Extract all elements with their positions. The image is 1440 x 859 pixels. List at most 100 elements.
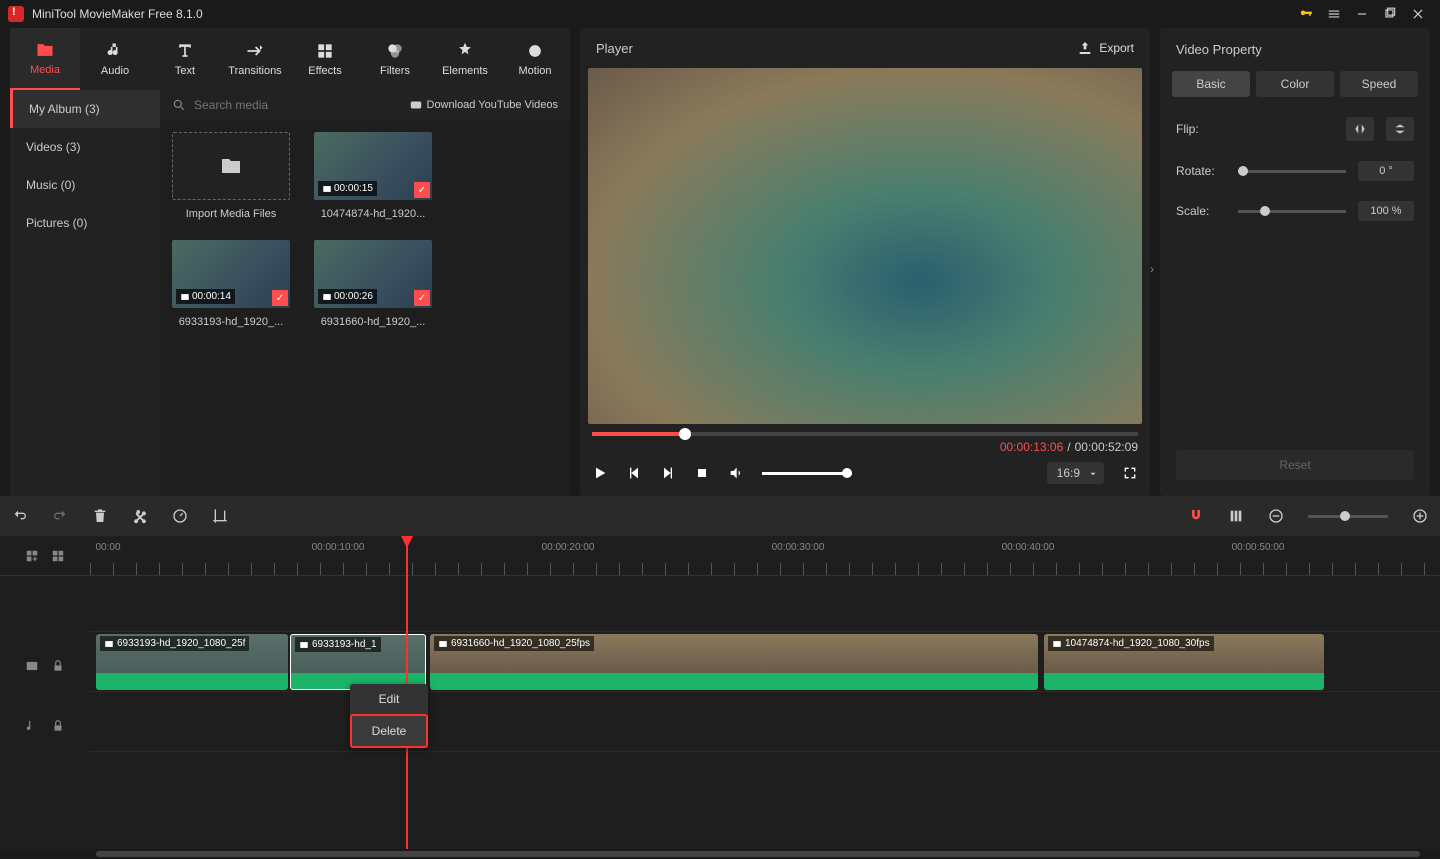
tab-effects[interactable]: Effects <box>290 28 360 90</box>
track-align-button[interactable] <box>1228 508 1244 524</box>
film-icon <box>180 292 190 302</box>
film-icon <box>322 292 332 302</box>
player-title: Player <box>596 41 1077 56</box>
flip-vertical-button[interactable] <box>1386 117 1414 141</box>
check-icon: ✓ <box>272 290 288 306</box>
zoom-in-button[interactable] <box>1412 508 1428 524</box>
add-track-icon[interactable] <box>25 549 39 563</box>
fullscreen-button[interactable] <box>1122 465 1138 481</box>
license-key-icon[interactable] <box>1292 0 1320 28</box>
app-logo-icon <box>8 6 24 22</box>
check-icon: ✓ <box>414 290 430 306</box>
tab-elements[interactable]: Elements <box>430 28 500 90</box>
sidebar-item-videos[interactable]: Videos (3) <box>10 128 160 166</box>
overlay-track[interactable] <box>90 576 1440 632</box>
speed-button[interactable] <box>172 508 188 524</box>
audio-track[interactable] <box>90 692 1440 752</box>
crop-button[interactable] <box>212 508 228 524</box>
tab-text[interactable]: Text <box>150 28 220 90</box>
audio-track-icon <box>25 719 39 733</box>
track-manager-icon[interactable] <box>51 549 65 563</box>
collapse-panel-icon[interactable]: › <box>1150 262 1154 276</box>
prop-tab-basic[interactable]: Basic <box>1172 71 1250 97</box>
tab-motion[interactable]: Motion <box>500 28 570 90</box>
undo-button[interactable] <box>12 508 28 524</box>
reset-button[interactable]: Reset <box>1176 450 1414 480</box>
total-time: 00:00:52:09 <box>1075 440 1138 454</box>
magnet-button[interactable] <box>1188 508 1204 524</box>
film-icon <box>1052 639 1062 649</box>
volume-icon[interactable] <box>728 465 744 481</box>
timeline-clip[interactable]: 10474874-hd_1920_1080_30fps <box>1044 634 1324 690</box>
sidebar-item-pictures[interactable]: Pictures (0) <box>10 204 160 242</box>
volume-slider[interactable] <box>762 472 852 475</box>
properties-title: Video Property <box>1160 28 1430 71</box>
current-time: 00:00:13:06 <box>1000 440 1063 454</box>
lock-icon[interactable] <box>51 719 65 733</box>
close-icon[interactable] <box>1404 0 1432 28</box>
menu-icon[interactable] <box>1320 0 1348 28</box>
timeline-toolbar <box>0 496 1440 536</box>
flip-label: Flip: <box>1176 122 1226 136</box>
prop-tab-speed[interactable]: Speed <box>1340 71 1418 97</box>
scale-value[interactable]: 100 % <box>1358 201 1414 221</box>
sidebar-item-music[interactable]: Music (0) <box>10 166 160 204</box>
redo-button[interactable] <box>52 508 68 524</box>
media-item[interactable]: 00:00:26✓ 6931660-hd_1920_... <box>314 240 432 328</box>
film-icon <box>299 640 309 650</box>
tab-filters[interactable]: Filters <box>360 28 430 90</box>
zoom-slider[interactable] <box>1308 515 1388 518</box>
timeline-clip[interactable]: 6933193-hd_1920_1080_25f <box>96 634 288 690</box>
split-button[interactable] <box>132 508 148 524</box>
context-delete[interactable]: Delete <box>350 714 428 748</box>
rotate-value[interactable]: 0 ° <box>1358 161 1414 181</box>
timeline-clip[interactable]: 6931660-hd_1920_1080_25fps <box>430 634 1038 690</box>
scale-slider[interactable] <box>1238 210 1346 213</box>
scale-label: Scale: <box>1176 204 1226 218</box>
video-preview[interactable] <box>588 68 1142 424</box>
aspect-ratio-select[interactable]: 16:9 <box>1047 462 1104 484</box>
rotate-slider[interactable] <box>1238 170 1346 173</box>
media-sidebar: My Album (3) Videos (3) Music (0) Pictur… <box>10 90 160 496</box>
check-icon: ✓ <box>414 182 430 198</box>
stop-button[interactable] <box>694 465 710 481</box>
maximize-icon[interactable] <box>1376 0 1404 28</box>
folder-icon <box>219 154 243 178</box>
prop-tab-color[interactable]: Color <box>1256 71 1334 97</box>
media-item[interactable]: 00:00:15✓ 10474874-hd_1920... <box>314 132 432 220</box>
lock-icon[interactable] <box>51 659 65 673</box>
properties-panel: › Video Property Basic Color Speed Flip:… <box>1160 28 1430 496</box>
import-media-button[interactable]: Import Media Files <box>172 132 290 220</box>
timeline-ruler[interactable]: 00:00 00:00:10:00 00:00:20:00 00:00:30:0… <box>90 536 1440 576</box>
context-edit[interactable]: Edit <box>350 684 428 714</box>
rotate-label: Rotate: <box>1176 164 1226 178</box>
download-youtube-link[interactable]: Download YouTube Videos <box>409 98 559 112</box>
player-panel: Player Export 00:00:13:06 / 00:00:52:09 <box>580 28 1150 496</box>
export-icon <box>1077 40 1093 56</box>
download-icon <box>409 98 423 112</box>
minimize-icon[interactable] <box>1348 0 1376 28</box>
film-icon <box>104 639 114 649</box>
video-track-icon <box>25 659 39 673</box>
title-bar: MiniTool MovieMaker Free 8.1.0 <box>0 0 1440 28</box>
tab-audio[interactable]: Audio <box>80 28 150 90</box>
search-input[interactable] <box>194 98 401 112</box>
next-frame-button[interactable] <box>660 465 676 481</box>
module-tabs: Media Audio Text Transitions Effects Fil… <box>10 28 570 90</box>
sidebar-item-album[interactable]: My Album (3) <box>10 90 160 128</box>
export-button[interactable]: Export <box>1077 40 1134 56</box>
play-button[interactable] <box>592 465 608 481</box>
progress-bar[interactable] <box>592 432 1138 436</box>
media-item[interactable]: 00:00:14✓ 6933193-hd_1920_... <box>172 240 290 328</box>
zoom-out-button[interactable] <box>1268 508 1284 524</box>
prev-frame-button[interactable] <box>626 465 642 481</box>
tab-transitions[interactable]: Transitions <box>220 28 290 90</box>
video-track[interactable]: 6933193-hd_1920_1080_25f 6933193-hd_1 69… <box>90 632 1440 692</box>
tab-media[interactable]: Media <box>10 28 80 90</box>
delete-button[interactable] <box>92 508 108 524</box>
timeline-scrollbar[interactable] <box>0 849 1440 859</box>
app-title: MiniTool MovieMaker Free 8.1.0 <box>32 7 203 21</box>
flip-horizontal-button[interactable] <box>1346 117 1374 141</box>
chevron-down-icon <box>1088 469 1098 479</box>
media-grid: Import Media Files 00:00:15✓ 10474874-hd… <box>160 120 570 340</box>
